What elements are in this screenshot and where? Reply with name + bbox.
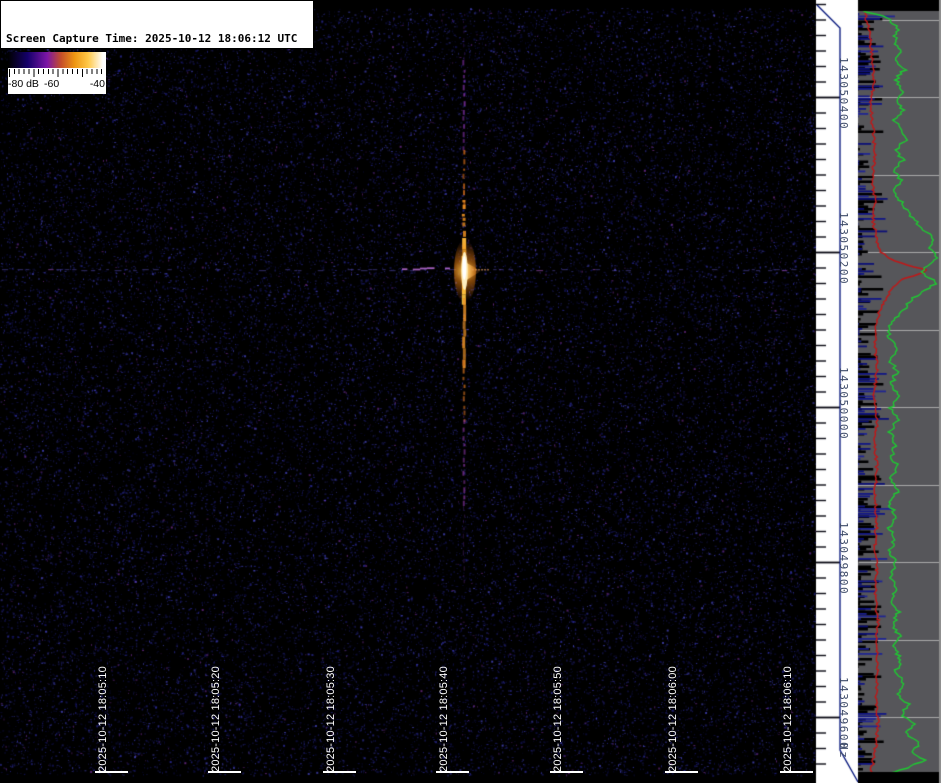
time-tick-mark (323, 771, 356, 773)
time-tick-mark (95, 771, 128, 773)
colorbar-major-ticks (9, 69, 106, 77)
time-tick-label: 2025-10-12 18:05:30 (325, 666, 337, 772)
time-tick-label: 2025-10-12 18:05:50 (552, 666, 564, 772)
colorbar-labels: -80 dB -60 -40 (8, 77, 106, 94)
freq-axis-unit: Hz (837, 743, 850, 759)
freq-tick-label: 143050000 (837, 367, 850, 440)
colorbar-ruler (8, 68, 106, 77)
capture-info-box: Screen Capture Time: 2025-10-12 18:06:12… (0, 0, 314, 49)
time-tick-label: 2025-10-12 18:06:00 (667, 666, 679, 772)
colorbar-label-mid: -60 (44, 78, 59, 90)
meteor-echo (455, 235, 477, 310)
time-tick-label: 2025-10-12 18:05:40 (438, 666, 450, 772)
freq-tick-label: 143049800 (837, 522, 850, 595)
config-text: Config = V8 (6, 119, 308, 134)
time-tick-label: 2025-10-12 18:06:10 (782, 666, 794, 772)
time-tick-mark (436, 771, 469, 773)
colorbar-label-min: -80 dB (8, 78, 39, 90)
colorbar: -80 dB -60 -40 (8, 52, 106, 94)
freq-tick-label: 143049600 (837, 677, 850, 750)
time-tick-mark (208, 771, 241, 773)
freq-tick-label: 143050400 (837, 57, 850, 130)
time-tick-mark (780, 771, 813, 773)
time-tick-mark (665, 771, 698, 773)
time-tick-label: 2025-10-12 18:05:10 (97, 666, 109, 772)
screen-capture: Screen Capture Time: 2025-10-12 18:06:12… (0, 0, 941, 783)
colorbar-label-max: -40 (90, 78, 105, 90)
freq-tick-label: 143050200 (837, 212, 850, 285)
capture-time-text: Screen Capture Time: 2025-10-12 18:06:12… (6, 32, 308, 47)
time-tick-mark (550, 771, 583, 773)
colorbar-gradient (8, 52, 106, 68)
time-tick-label: 2025-10-12 18:05:20 (210, 666, 222, 772)
spectrum-panel (858, 0, 941, 783)
